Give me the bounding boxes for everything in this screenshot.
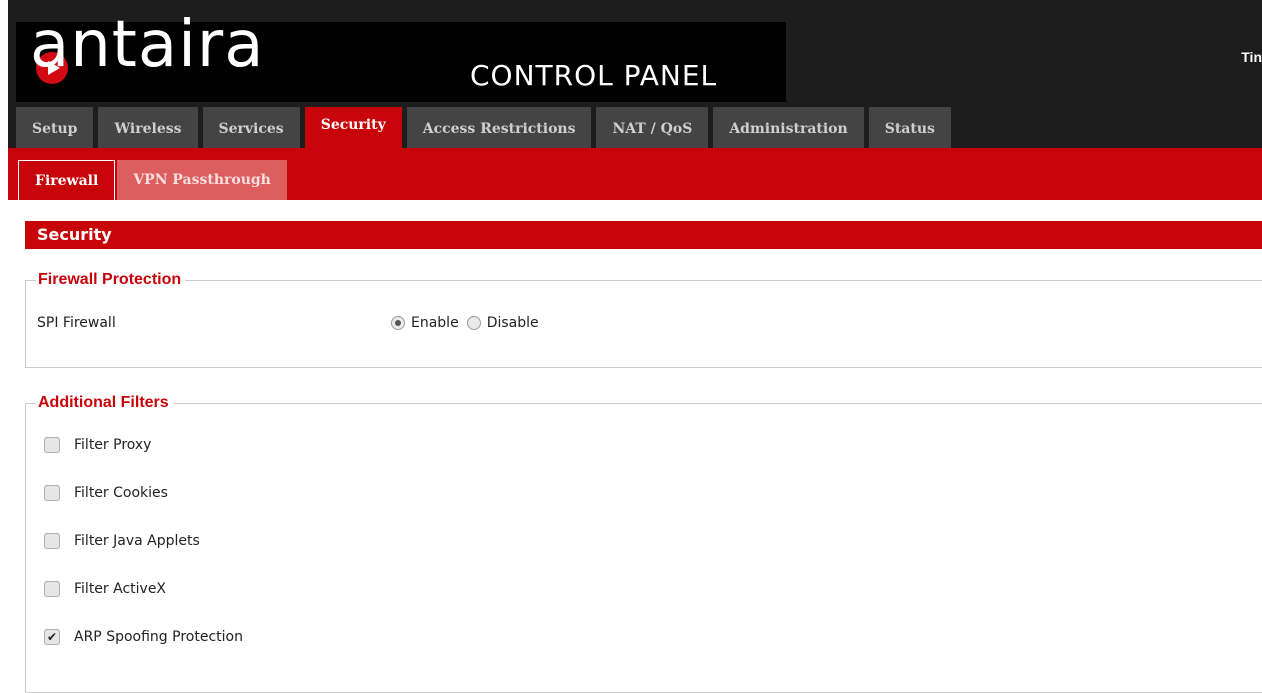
top-right-text: Tin <box>1241 49 1262 65</box>
disable-label: Disable <box>486 315 539 331</box>
logo-text: antaira <box>30 8 265 82</box>
section-title: Security <box>25 221 1262 249</box>
additional-filters-legend: Additional Filters <box>36 393 173 413</box>
enable-radio[interactable] <box>391 316 405 330</box>
filter-java-applets-checkbox[interactable] <box>44 533 60 549</box>
filter-activex-row: Filter ActiveX <box>44 581 166 597</box>
tab-services[interactable]: Services <box>202 107 300 148</box>
subnav-tabs: Firewall VPN Passthrough <box>18 160 287 200</box>
disable-radio[interactable] <box>466 316 481 330</box>
filter-proxy-checkbox[interactable] <box>44 437 60 453</box>
spi-firewall-radio-group: Enable Disable <box>391 315 547 331</box>
filter-cookies-checkbox[interactable] <box>44 485 60 501</box>
subtab-vpn-passthrough[interactable]: VPN Passthrough <box>117 160 287 200</box>
control-panel-title: CONTROL PANEL <box>470 59 718 92</box>
firewall-protection-legend: Firewall Protection <box>36 270 186 290</box>
main-nav-tabs: Setup Wireless Services Security Access … <box>16 107 951 148</box>
filter-cookies-label: Filter Cookies <box>74 485 168 501</box>
firewall-protection-fieldset: Firewall Protection <box>25 270 1262 368</box>
filter-java-applets-label: Filter Java Applets <box>74 533 200 549</box>
spi-firewall-label: SPI Firewall <box>37 315 116 331</box>
filter-proxy-row: Filter Proxy <box>44 437 151 453</box>
additional-filters-fieldset: Additional Filters <box>25 393 1262 693</box>
filter-activex-checkbox[interactable] <box>44 581 60 597</box>
subtab-firewall[interactable]: Firewall <box>18 160 116 200</box>
filter-proxy-label: Filter Proxy <box>74 437 152 453</box>
tab-setup[interactable]: Setup <box>16 107 94 148</box>
arp-spoofing-row: ✔ ARP Spoofing Protection <box>44 629 243 645</box>
filter-cookies-row: Filter Cookies <box>44 485 168 501</box>
arp-spoofing-label: ARP Spoofing Protection <box>74 629 243 645</box>
tab-nat-qos[interactable]: NAT / QoS <box>596 107 709 148</box>
page-margin <box>0 0 8 677</box>
enable-label: Enable <box>411 315 459 331</box>
tab-access-restrictions[interactable]: Access Restrictions <box>406 107 592 148</box>
tab-administration[interactable]: Administration <box>713 107 864 148</box>
tab-security[interactable]: Security <box>304 107 402 148</box>
filter-java-applets-row: Filter Java Applets <box>44 533 200 549</box>
logo: antaira CONTROL PANEL <box>16 8 786 102</box>
filter-activex-label: Filter ActiveX <box>74 581 167 597</box>
arp-spoofing-checkbox[interactable]: ✔ <box>44 629 60 645</box>
tab-wireless[interactable]: Wireless <box>98 107 198 148</box>
tab-status[interactable]: Status <box>868 107 951 148</box>
